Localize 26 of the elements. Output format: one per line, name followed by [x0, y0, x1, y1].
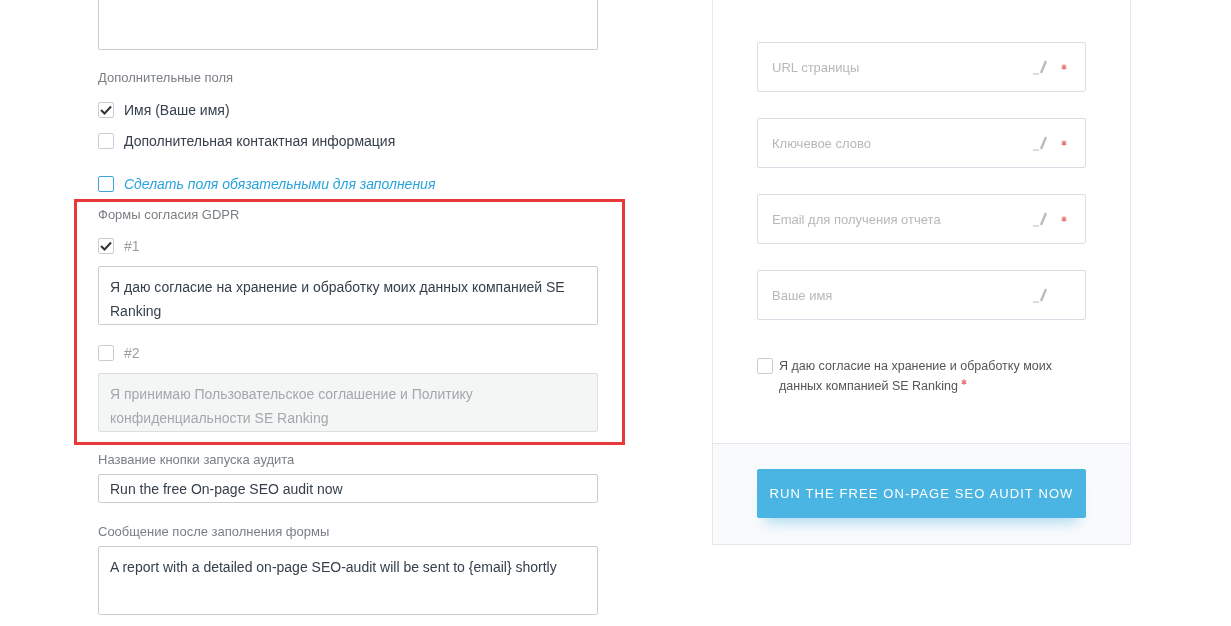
checkbox-label: Имя (Ваше имя): [124, 101, 230, 120]
text-area[interactable]: Я даю согласие на хранение и обработку моих данных компанией SE Ranking: [98, 266, 598, 325]
consent-text: Я даю согласие на хранение и обработку моих данных компанией SE Ranking: [779, 359, 1052, 393]
checkbox[interactable]: [98, 133, 114, 149]
checkbox[interactable]: [98, 176, 114, 192]
text-area[interactable]: [98, 0, 598, 50]
checkbox-label: #1: [124, 237, 140, 256]
pencil-icon: [1033, 59, 1047, 75]
checkbox-label: #2: [124, 344, 140, 363]
checkbox[interactable]: [98, 102, 114, 118]
input-field[interactable]: Email для получения отчета: [757, 194, 1086, 244]
input-field[interactable]: URL страницы: [757, 42, 1086, 92]
checkbox[interactable]: [98, 238, 114, 254]
checkbox[interactable]: [757, 358, 773, 374]
text-area[interactable]: A report with a detailed on-page SEO-audit will be sent to {email} shortly: [98, 546, 598, 615]
checkbox-label: Дополнительная контактная информация: [124, 132, 396, 151]
section-title: Формы согласия GDPR: [98, 206, 241, 224]
section-title: Дополнительные поля: [98, 69, 235, 87]
pencil-icon: [1033, 135, 1047, 151]
input-field[interactable]: Ключевое слово: [757, 118, 1086, 168]
pencil-icon: [1033, 287, 1047, 303]
pencil-icon: [1033, 211, 1047, 227]
field-label: Название кнопки запуска аудита: [98, 451, 296, 469]
input-field[interactable]: Ваше имя: [757, 270, 1086, 320]
input-field[interactable]: Run the free On-page SEO audit now: [98, 474, 598, 503]
field-label: Сообщение после заполнения формы: [98, 523, 331, 541]
